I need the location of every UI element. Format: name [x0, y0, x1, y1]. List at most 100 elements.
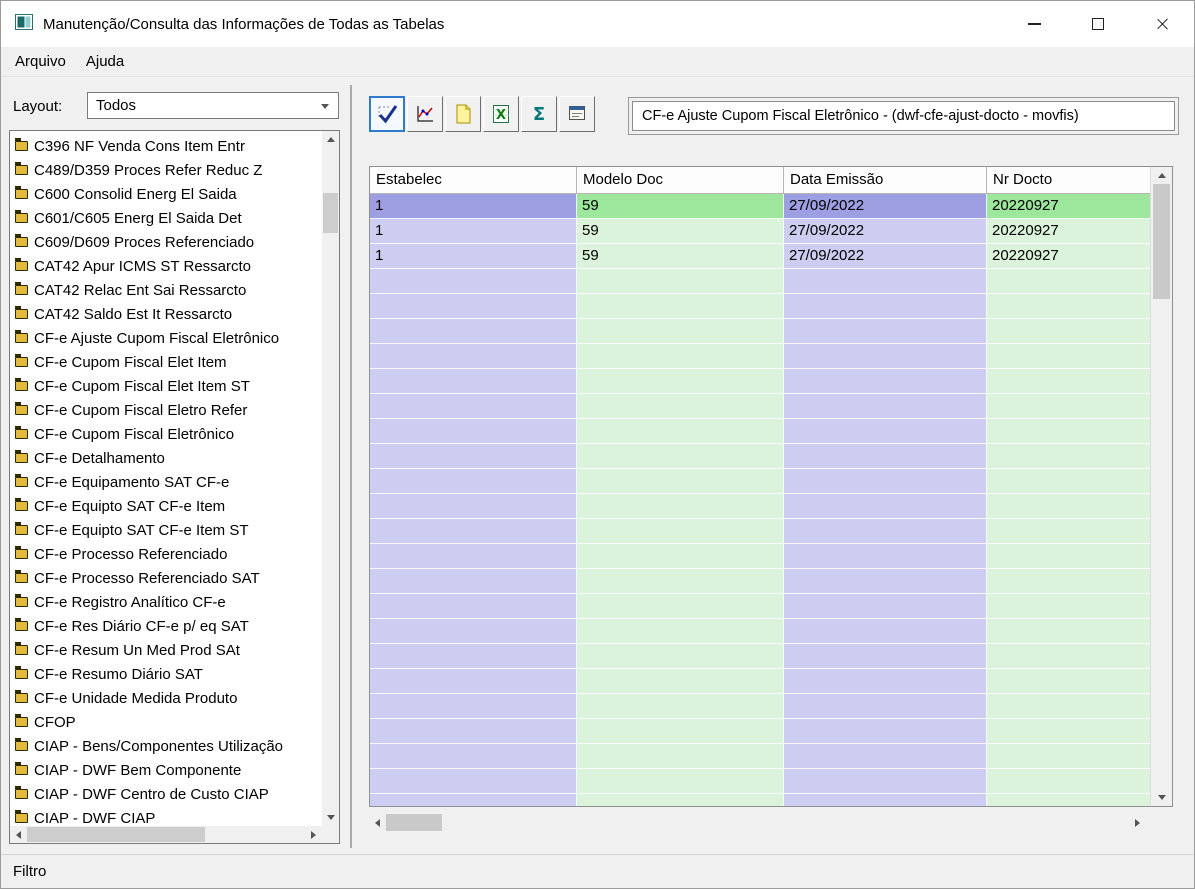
list-item[interactable]: CF-e Cupom Fiscal Elet Item	[11, 350, 321, 374]
grid-cell[interactable]	[987, 369, 1152, 394]
list-item[interactable]: CF-e Equipto SAT CF-e Item	[11, 494, 321, 518]
list-vertical-scrollbar[interactable]	[322, 131, 339, 826]
grid-cell[interactable]	[987, 419, 1152, 444]
list-item[interactable]: CF-e Equipto SAT CF-e Item ST	[11, 518, 321, 542]
sum-button[interactable]: Σ	[521, 96, 557, 132]
grid-cell[interactable]: 59	[577, 194, 784, 219]
grid-cell[interactable]	[784, 294, 987, 319]
list-item[interactable]: CAT42 Relac Ent Sai Ressarcto	[11, 278, 321, 302]
list-item[interactable]: CFOP	[11, 710, 321, 734]
grid-cell[interactable]	[987, 769, 1152, 794]
grid-cell[interactable]	[370, 644, 577, 669]
filter-query-button[interactable]	[369, 96, 405, 132]
grid-column-header[interactable]: Data Emissão	[784, 167, 987, 194]
grid-cell[interactable]	[577, 619, 784, 644]
grid-scroll-right-button[interactable]	[1129, 812, 1146, 833]
grid-cell[interactable]	[577, 694, 784, 719]
grid-cell[interactable]	[577, 319, 784, 344]
grid-cell[interactable]	[577, 469, 784, 494]
grid-cell[interactable]	[370, 794, 577, 806]
list-item[interactable]: CF-e Res Diário CF-e p/ eq SAT	[11, 614, 321, 638]
grid-cell[interactable]	[577, 444, 784, 469]
grid-scroll-down-button[interactable]	[1151, 789, 1172, 806]
grid-cell[interactable]	[784, 369, 987, 394]
list-item[interactable]: CIAP - Bens/Componentes Utilização	[11, 734, 321, 758]
grid-cell[interactable]	[370, 594, 577, 619]
grid-cell[interactable]	[987, 544, 1152, 569]
grid-cell[interactable]	[987, 269, 1152, 294]
grid-cell[interactable]	[577, 494, 784, 519]
grid-vscroll-thumb[interactable]	[1153, 184, 1170, 299]
grid-cell[interactable]	[987, 494, 1152, 519]
grid-cell[interactable]	[987, 694, 1152, 719]
grid-row[interactable]	[370, 444, 1152, 469]
grid-cell[interactable]: 59	[577, 244, 784, 269]
grid-cell[interactable]	[987, 519, 1152, 544]
grid-cell[interactable]: 1	[370, 219, 577, 244]
grid-cell[interactable]	[784, 344, 987, 369]
grid-cell[interactable]	[577, 519, 784, 544]
list-item[interactable]: CF-e Detalhamento	[11, 446, 321, 470]
list-item[interactable]: C600 Consolid Energ El Saida	[11, 182, 321, 206]
grid-cell[interactable]	[370, 544, 577, 569]
grid-row[interactable]	[370, 794, 1152, 806]
chart-button[interactable]	[407, 96, 443, 132]
list-item[interactable]: CAT42 Apur ICMS ST Ressarcto	[11, 254, 321, 278]
grid-cell[interactable]: 1	[370, 244, 577, 269]
grid-cell[interactable]	[784, 669, 987, 694]
list-item[interactable]: C489/D359 Proces Refer Reduc Z	[11, 158, 321, 182]
grid-cell[interactable]	[577, 769, 784, 794]
grid-cell[interactable]	[370, 744, 577, 769]
grid-cell[interactable]	[370, 444, 577, 469]
grid-row[interactable]	[370, 344, 1152, 369]
list-item[interactable]: CAT42 Saldo Est It Ressarcto	[11, 302, 321, 326]
scroll-left-button[interactable]	[10, 826, 27, 843]
grid-horizontal-scrollbar[interactable]	[369, 812, 1146, 833]
list-item[interactable]: CF-e Processo Referenciado	[11, 542, 321, 566]
grid-cell[interactable]: 27/09/2022	[784, 219, 987, 244]
grid-cell[interactable]	[987, 644, 1152, 669]
grid-cell[interactable]	[784, 794, 987, 806]
menu-arquivo[interactable]: Arquivo	[5, 49, 76, 74]
grid-row[interactable]	[370, 469, 1152, 494]
list-item[interactable]: CF-e Cupom Fiscal Eletrônico	[11, 422, 321, 446]
grid-row[interactable]	[370, 744, 1152, 769]
grid-cell[interactable]	[987, 569, 1152, 594]
grid-row[interactable]	[370, 694, 1152, 719]
list-item[interactable]: CF-e Cupom Fiscal Elet Item ST	[11, 374, 321, 398]
grid-cell[interactable]	[577, 269, 784, 294]
grid-cell[interactable]	[577, 394, 784, 419]
grid-cell[interactable]	[784, 744, 987, 769]
grid-row[interactable]	[370, 269, 1152, 294]
grid-cell[interactable]	[987, 319, 1152, 344]
grid-cell[interactable]	[370, 619, 577, 644]
grid-cell[interactable]	[577, 744, 784, 769]
grid-cell[interactable]	[784, 494, 987, 519]
list-horizontal-scrollbar[interactable]	[10, 826, 322, 843]
grid-cell[interactable]	[577, 644, 784, 669]
list-item[interactable]: CIAP - DWF CIAP	[11, 806, 321, 825]
grid-cell[interactable]	[987, 794, 1152, 806]
grid-row[interactable]: 1 59 27/09/2022 20220927	[370, 219, 1152, 244]
close-button[interactable]	[1130, 1, 1194, 47]
grid-cell[interactable]	[370, 369, 577, 394]
grid-row[interactable]	[370, 769, 1152, 794]
grid-cell[interactable]	[577, 794, 784, 806]
grid-row[interactable]	[370, 494, 1152, 519]
grid-cell[interactable]	[784, 619, 987, 644]
grid-cell[interactable]: 27/09/2022	[784, 194, 987, 219]
grid-cell[interactable]	[370, 469, 577, 494]
scroll-down-button[interactable]	[322, 809, 339, 826]
list-item[interactable]: CIAP - DWF Bem Componente	[11, 758, 321, 782]
list-hscroll-thumb[interactable]	[27, 827, 205, 842]
grid-cell[interactable]	[987, 719, 1152, 744]
list-item[interactable]: CIAP - DWF Centro de Custo CIAP	[11, 782, 321, 806]
grid-cell[interactable]	[370, 694, 577, 719]
list-item[interactable]: CF-e Cupom Fiscal Eletro Refer	[11, 398, 321, 422]
grid-cell[interactable]	[577, 344, 784, 369]
grid-cell[interactable]	[784, 544, 987, 569]
grid-row[interactable]	[370, 619, 1152, 644]
grid-cell[interactable]: 20220927	[987, 219, 1152, 244]
list-item[interactable]: CF-e Unidade Medida Produto	[11, 686, 321, 710]
list-vscroll-thumb[interactable]	[323, 193, 338, 233]
